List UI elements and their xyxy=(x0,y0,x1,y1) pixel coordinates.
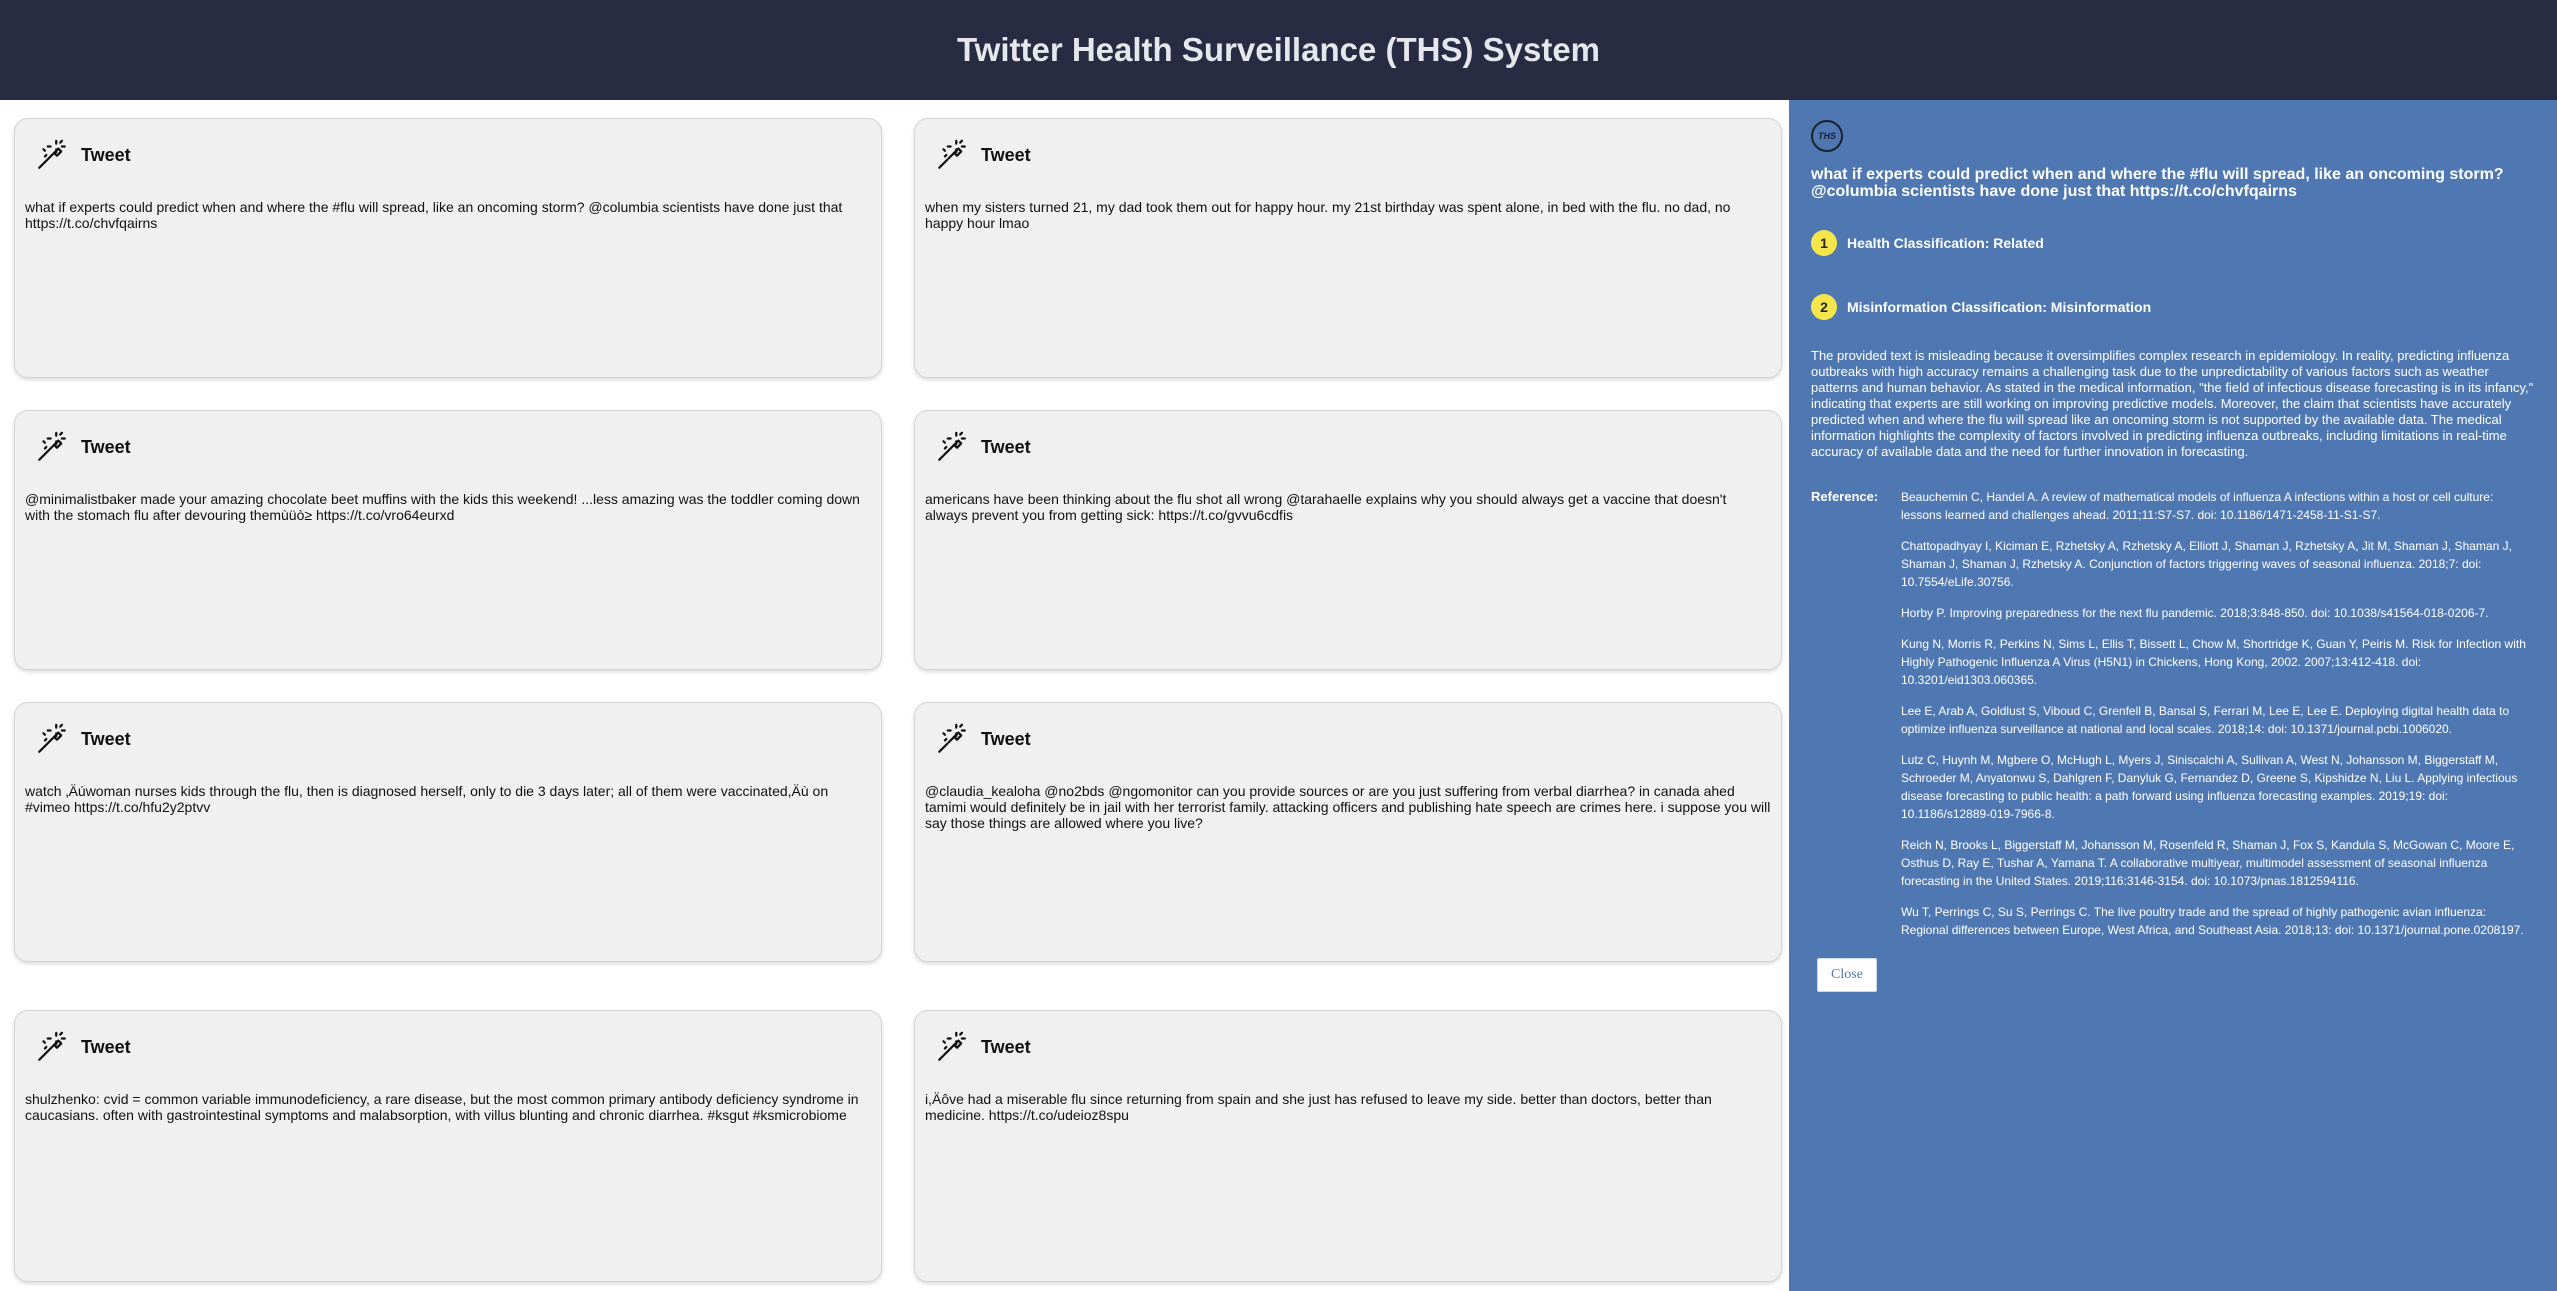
tweet-card[interactable]: Tweet americans have been thinking about… xyxy=(914,410,1782,670)
tweet-card[interactable]: Tweet @claudia_kealoha @no2bds @ngomonit… xyxy=(914,702,1782,962)
magic-wand-icon xyxy=(938,1031,966,1061)
misinformation-classification: 2 Misinformation Classification: Misinfo… xyxy=(1811,294,2535,320)
app-title: Twitter Health Surveillance (THS) System xyxy=(956,31,1601,68)
tweet-card-header: Tweet xyxy=(35,721,871,757)
magic-wand-icon xyxy=(938,723,966,753)
magic-wand-icon xyxy=(38,431,66,461)
tweet-card-title: Tweet xyxy=(81,1036,131,1057)
tweet-card-title: Tweet xyxy=(81,144,131,165)
tweet-card-title: Tweet xyxy=(981,436,1031,457)
tweet-text: @claudia_kealoha @no2bds @ngomonitor can… xyxy=(925,783,1771,831)
reference-item: Reich N, Brooks L, Biggerstaff M, Johans… xyxy=(1901,838,2515,888)
magic-wand-icon xyxy=(938,139,966,169)
selected-tweet-text: what if experts could predict when and w… xyxy=(1811,166,2504,200)
tweet-text: watch ‚Äúwoman nurses kids through the f… xyxy=(25,783,829,815)
tweet-card-header: Tweet xyxy=(935,721,1771,757)
reference-heading: Reference: xyxy=(1811,489,1879,504)
tweet-card-title: Tweet xyxy=(981,728,1031,749)
tweet-text: americans have been thinking about the f… xyxy=(925,491,1727,523)
step-number-badge: 1 xyxy=(1811,230,1837,256)
magic-wand-icon xyxy=(38,723,66,753)
tweet-text: when my sisters turned 21, my dad took t… xyxy=(925,199,1731,231)
reference-item: Chattopadhyay I, Kiciman E, Rzhetsky A, … xyxy=(1901,539,2512,589)
health-classification: 1 Health Classification: Related xyxy=(1811,230,2535,256)
tweet-text: what if experts could predict when and w… xyxy=(25,199,843,231)
reference-item: Kung N, Morris R, Perkins N, Sims L, Ell… xyxy=(1901,637,2526,687)
references-section: Reference: Beauchemin C, Handel A. A rev… xyxy=(1811,488,2535,952)
magic-wand-icon xyxy=(38,1031,66,1061)
tweet-card-header: Tweet xyxy=(935,137,1771,173)
ths-logo: THS xyxy=(1811,120,1843,152)
misinformation-classification-label: Misinformation Classification: Misinform… xyxy=(1847,299,2152,315)
tweet-card-header: Tweet xyxy=(35,1029,871,1065)
tweet-card-title: Tweet xyxy=(981,1036,1031,1057)
detail-panel: THS what if experts could predict when a… xyxy=(1789,100,2557,1291)
reference-item: Horby P. Improving preparedness for the … xyxy=(1901,606,2489,620)
reference-item: Lutz C, Huynh M, Mgbere O, McHugh L, Mye… xyxy=(1901,753,2518,821)
close-button[interactable]: Close xyxy=(1817,958,1877,992)
tweet-card[interactable]: Tweet when my sisters turned 21, my dad … xyxy=(914,118,1782,378)
tweet-text: i,Äôve had a miserable flu since returni… xyxy=(925,1091,1712,1123)
step-number-badge: 2 xyxy=(1811,294,1837,320)
tweet-card-title: Tweet xyxy=(81,728,131,749)
tweet-card[interactable]: Tweet shulzhenko: cvid = common variable… xyxy=(14,1010,882,1282)
tweet-card[interactable]: Tweet what if experts could predict when… xyxy=(14,118,882,378)
tweet-card[interactable]: Tweet @minimalistbaker made your amazing… xyxy=(14,410,882,670)
health-classification-label: Health Classification: Related xyxy=(1847,235,2044,251)
magic-wand-icon xyxy=(38,139,66,169)
tweet-text: shulzhenko: cvid = common variable immun… xyxy=(25,1091,859,1123)
tweet-card-header: Tweet xyxy=(35,429,871,465)
explanation-text: The provided text is misleading because … xyxy=(1811,348,2534,459)
tweet-card-header: Tweet xyxy=(935,1029,1771,1065)
magic-wand-icon xyxy=(938,431,966,461)
tweet-card-header: Tweet xyxy=(35,137,871,173)
tweet-card-header: Tweet xyxy=(935,429,1771,465)
app-header: Twitter Health Surveillance (THS) System xyxy=(0,0,2557,100)
reference-item: Lee E, Arab A, Goldlust S, Viboud C, Gre… xyxy=(1901,704,2510,736)
tweet-text: @minimalistbaker made your amazing choco… xyxy=(25,491,860,523)
tweet-card-title: Tweet xyxy=(981,144,1031,165)
reference-item: Beauchemin C, Handel A. A review of math… xyxy=(1901,490,2494,522)
reference-list: Beauchemin C, Handel A. A review of math… xyxy=(1901,488,2535,952)
tweet-grid: Tweet what if experts could predict when… xyxy=(14,118,1782,1291)
tweet-card-title: Tweet xyxy=(81,436,131,457)
tweet-card[interactable]: Tweet watch ‚Äúwoman nurses kids through… xyxy=(14,702,882,962)
reference-item: Wu T, Perrings C, Su S, Perrings C. The … xyxy=(1901,905,2524,937)
tweet-card[interactable]: Tweet i,Äôve had a miserable flu since r… xyxy=(914,1010,1782,1282)
